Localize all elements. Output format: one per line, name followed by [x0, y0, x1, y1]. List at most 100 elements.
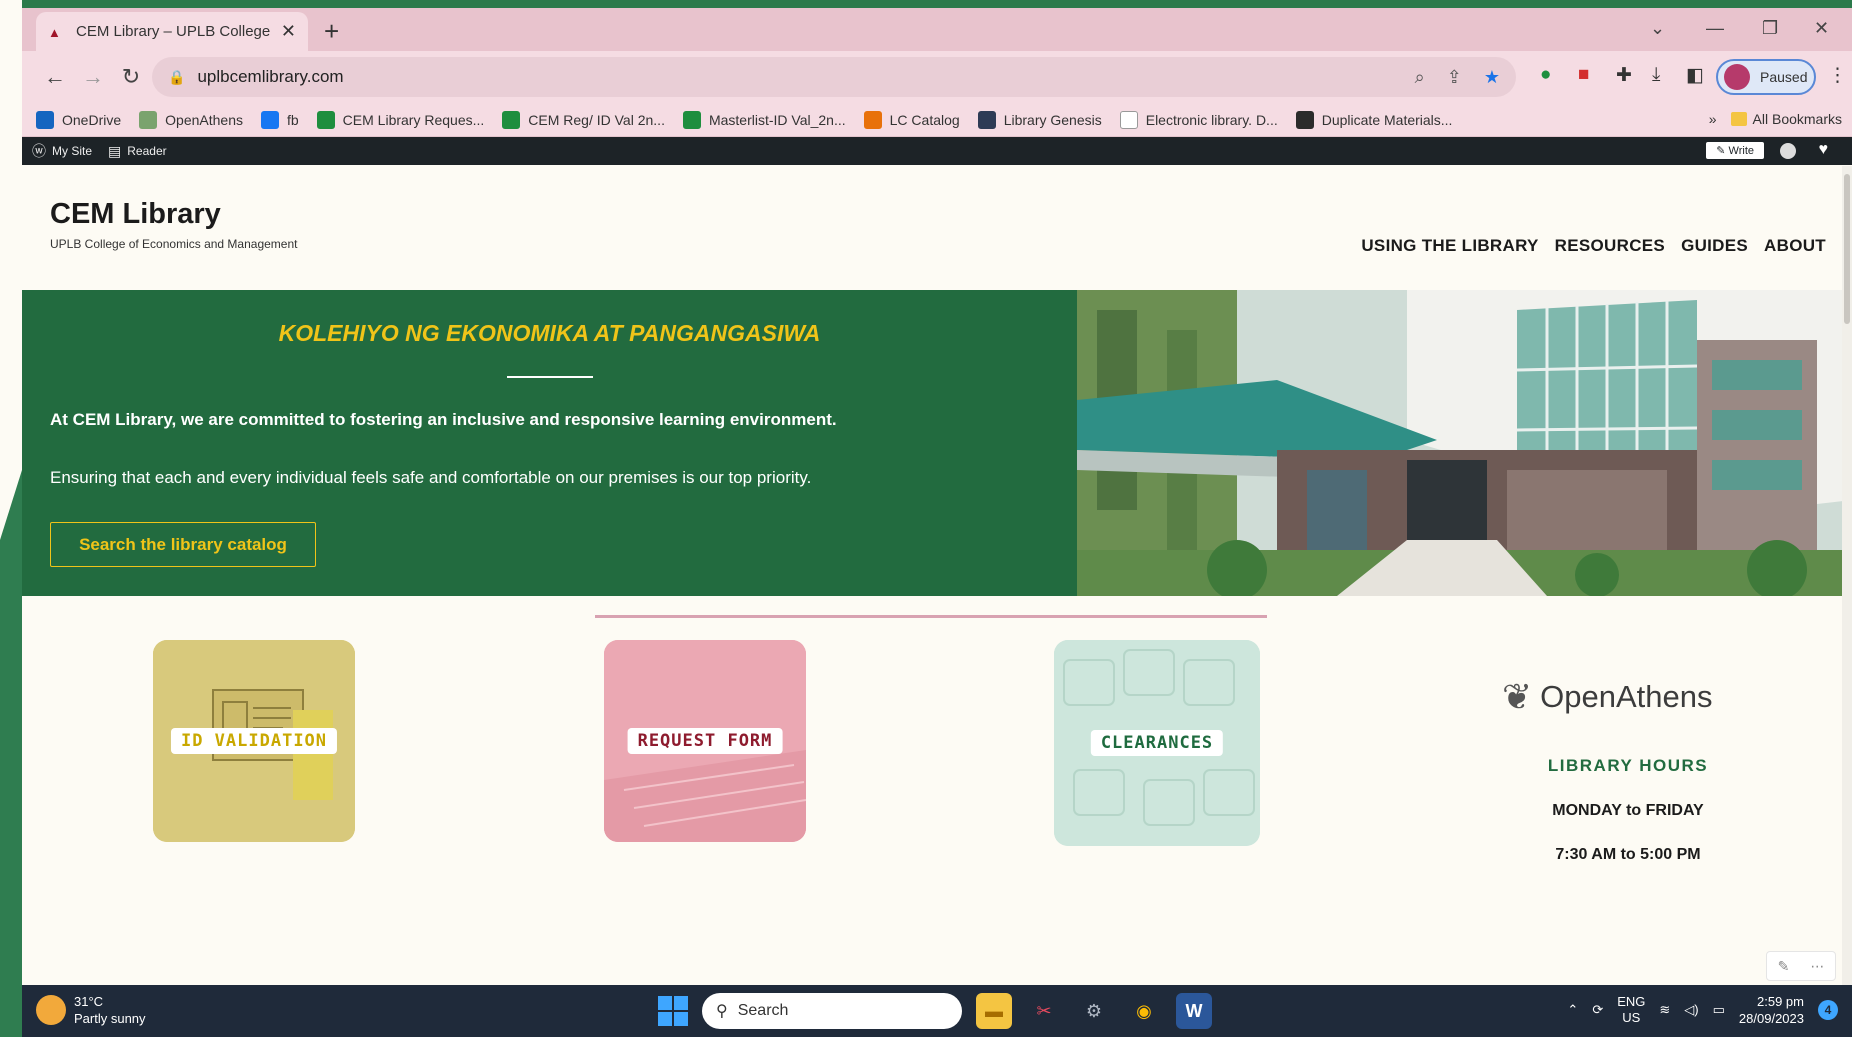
main-nav: USING THE LIBRARY RESOURCES GUIDES ABOUT	[1361, 236, 1826, 256]
bookmark-item[interactable]: Library Genesis	[977, 110, 1102, 129]
extensions-puzzle-icon[interactable]: ✚	[1616, 64, 1632, 87]
bookmark-item[interactable]: OpenAthens	[139, 110, 243, 129]
lock-icon[interactable]: 🔒	[168, 69, 185, 86]
bookmark-item[interactable]: Duplicate Materials...	[1295, 110, 1453, 129]
bookmark-favicon-icon	[139, 110, 158, 129]
grammarly-extension-icon[interactable]: ●	[1540, 64, 1551, 86]
share-icon[interactable]: ⇪	[1447, 67, 1462, 88]
hero-priority: Ensuring that each and every individual …	[50, 468, 812, 487]
bookmark-favicon-icon	[316, 110, 335, 129]
notifications-icon[interactable]: ♥	[1819, 141, 1829, 159]
zoom-icon[interactable]: ⌕	[1415, 67, 1425, 88]
wordpress-icon: ⓦ	[32, 143, 46, 159]
more-options-icon[interactable]: ⋯	[1810, 958, 1824, 975]
bookmark-item[interactable]: CEM Library Reques...	[316, 110, 485, 129]
language-code: ENG	[1617, 994, 1646, 1009]
site-branding[interactable]: CEM Library UPLB College of Economics an…	[50, 198, 297, 251]
page-scrollbar[interactable]	[1842, 166, 1852, 985]
bookmark-star-icon[interactable]: ★	[1484, 67, 1500, 88]
weather-widget[interactable]: 31°C Partly sunny	[36, 993, 146, 1027]
chrome-icon[interactable]: ◉	[1126, 993, 1162, 1029]
address-bar[interactable]: 🔒 uplbcemlibrary.com ⌕ ⇪ ★	[152, 57, 1516, 97]
bookmark-label: Electronic library. D...	[1145, 111, 1278, 128]
browser-toolbar: ← → ↻ 🔒 uplbcemlibrary.com ⌕ ⇪ ★ ● ■ ✚ ⤓…	[22, 51, 1852, 103]
site-subtitle: UPLB College of Economics and Management	[50, 237, 298, 251]
my-site-link[interactable]: ⓦ My Site	[32, 141, 92, 161]
card-label-clearances: CLEARANCES	[1090, 730, 1224, 756]
downloads-icon[interactable]: ⤓	[1652, 64, 1660, 86]
notification-badge[interactable]: 4	[1818, 1000, 1838, 1020]
nav-using-the-library[interactable]: USING THE LIBRARY	[1361, 236, 1538, 256]
pencil-icon[interactable]: ✎	[1778, 958, 1790, 975]
weather-temp: 31°C	[74, 994, 104, 1009]
bookmark-favicon-icon	[502, 110, 521, 129]
library-hours-days: MONDAY to FRIDAY	[1552, 802, 1704, 819]
bookmark-item[interactable]: CEM Reg/ ID Val 2n...	[502, 110, 665, 129]
weather-condition: Partly sunny	[74, 1011, 146, 1026]
profile-button[interactable]: Paused	[1716, 59, 1816, 95]
new-tab-icon[interactable]: +	[324, 16, 339, 47]
openathens-logo[interactable]: ❦ OpenAthens	[1502, 676, 1713, 718]
profile-avatar	[1724, 64, 1750, 90]
sync-icon[interactable]: ⟳	[1592, 1002, 1603, 1018]
search-catalog-button[interactable]: Search the library catalog	[50, 522, 316, 567]
tab-strip: ▲ CEM Library – UPLB College of E ✕ + ⌄ …	[22, 8, 1852, 51]
all-bookmarks-button[interactable]: All Bookmarks	[1730, 111, 1842, 127]
pdf-extension-icon[interactable]: ■	[1578, 64, 1589, 86]
nav-resources[interactable]: RESOURCES	[1555, 236, 1665, 256]
write-button[interactable]: ✎ Write	[1706, 142, 1764, 159]
volume-icon[interactable]: ◁)	[1684, 1002, 1698, 1018]
scrollbar-thumb[interactable]	[1844, 174, 1850, 324]
bookmark-item[interactable]: fb	[260, 110, 299, 129]
reload-icon[interactable]: ↻	[112, 64, 150, 90]
browser-menu-icon[interactable]: ⋮	[1828, 64, 1847, 87]
taskbar-search[interactable]: ⚲ Search	[702, 993, 962, 1029]
tray-overflow-icon[interactable]: ⌃	[1567, 1002, 1578, 1018]
browser-tab-active[interactable]: ▲ CEM Library – UPLB College of E ✕	[36, 12, 308, 51]
openathens-icon: ❦	[1502, 676, 1533, 717]
forward-icon[interactable]: →	[74, 64, 112, 90]
wp-avatar[interactable]	[1780, 143, 1796, 159]
bookmark-label: fb	[286, 111, 299, 128]
tab-close-icon[interactable]: ✕	[281, 21, 296, 42]
nav-about[interactable]: ABOUT	[1764, 236, 1826, 256]
wifi-icon[interactable]: ≋	[1659, 1002, 1670, 1018]
snipping-tool-icon[interactable]: ✂	[1026, 993, 1062, 1029]
windows-start-icon[interactable]	[658, 996, 688, 1026]
bookmark-favicon-icon	[863, 110, 882, 129]
word-icon[interactable]: W	[1176, 993, 1212, 1029]
bookmarks-overflow-icon[interactable]: »	[1709, 111, 1717, 127]
bookmark-item[interactable]: Electronic library. D...	[1119, 110, 1278, 129]
clearances-card[interactable]: CLEARANCES	[1054, 640, 1260, 846]
profile-status: Paused	[1760, 69, 1808, 85]
bookmark-item[interactable]: LC Catalog	[863, 110, 960, 129]
id-validation-card[interactable]: ID VALIDATION	[153, 640, 355, 842]
back-icon[interactable]: ←	[36, 64, 74, 90]
reader-link[interactable]: ▤ Reader	[108, 143, 167, 160]
battery-icon[interactable]: ▭	[1713, 1002, 1725, 1018]
nav-guides[interactable]: GUIDES	[1681, 236, 1748, 256]
taskbar-search-label: Search	[737, 1002, 789, 1019]
maximize-icon[interactable]: ❐	[1762, 18, 1778, 39]
site-title[interactable]: CEM Library	[50, 198, 297, 231]
tab-search-chevron-icon[interactable]: ⌄	[1650, 18, 1665, 39]
bookmark-favicon-icon	[977, 110, 996, 129]
backdrop-top	[0, 0, 1852, 8]
bookmark-label: CEM Library Reques...	[342, 111, 485, 128]
request-form-card[interactable]: REQUEST FORM	[604, 640, 806, 842]
side-panel-icon[interactable]: ◧	[1686, 64, 1704, 87]
bookmark-item[interactable]: OneDrive	[36, 110, 122, 129]
close-window-icon[interactable]: ✕	[1814, 18, 1829, 39]
language-indicator[interactable]: ENG US	[1617, 994, 1645, 1026]
bookmark-label: OneDrive	[62, 111, 122, 128]
minimize-icon[interactable]: —	[1706, 18, 1724, 39]
floating-edit-toolbar: ✎ ⋯	[1766, 951, 1836, 981]
clock[interactable]: 2:59 pm 28/09/2023	[1739, 993, 1804, 1027]
my-site-label: My Site	[52, 144, 93, 158]
bookmark-item[interactable]: Masterlist-ID Val_2n...	[682, 110, 846, 129]
bookmark-label: Duplicate Materials...	[1321, 111, 1453, 128]
file-explorer-icon[interactable]: ▬	[976, 993, 1012, 1029]
bookmark-favicon-icon	[1119, 110, 1138, 129]
library-hours-time: 7:30 AM to 5:00 PM	[1555, 846, 1701, 863]
settings-gear-icon[interactable]: ⚙	[1076, 993, 1112, 1029]
